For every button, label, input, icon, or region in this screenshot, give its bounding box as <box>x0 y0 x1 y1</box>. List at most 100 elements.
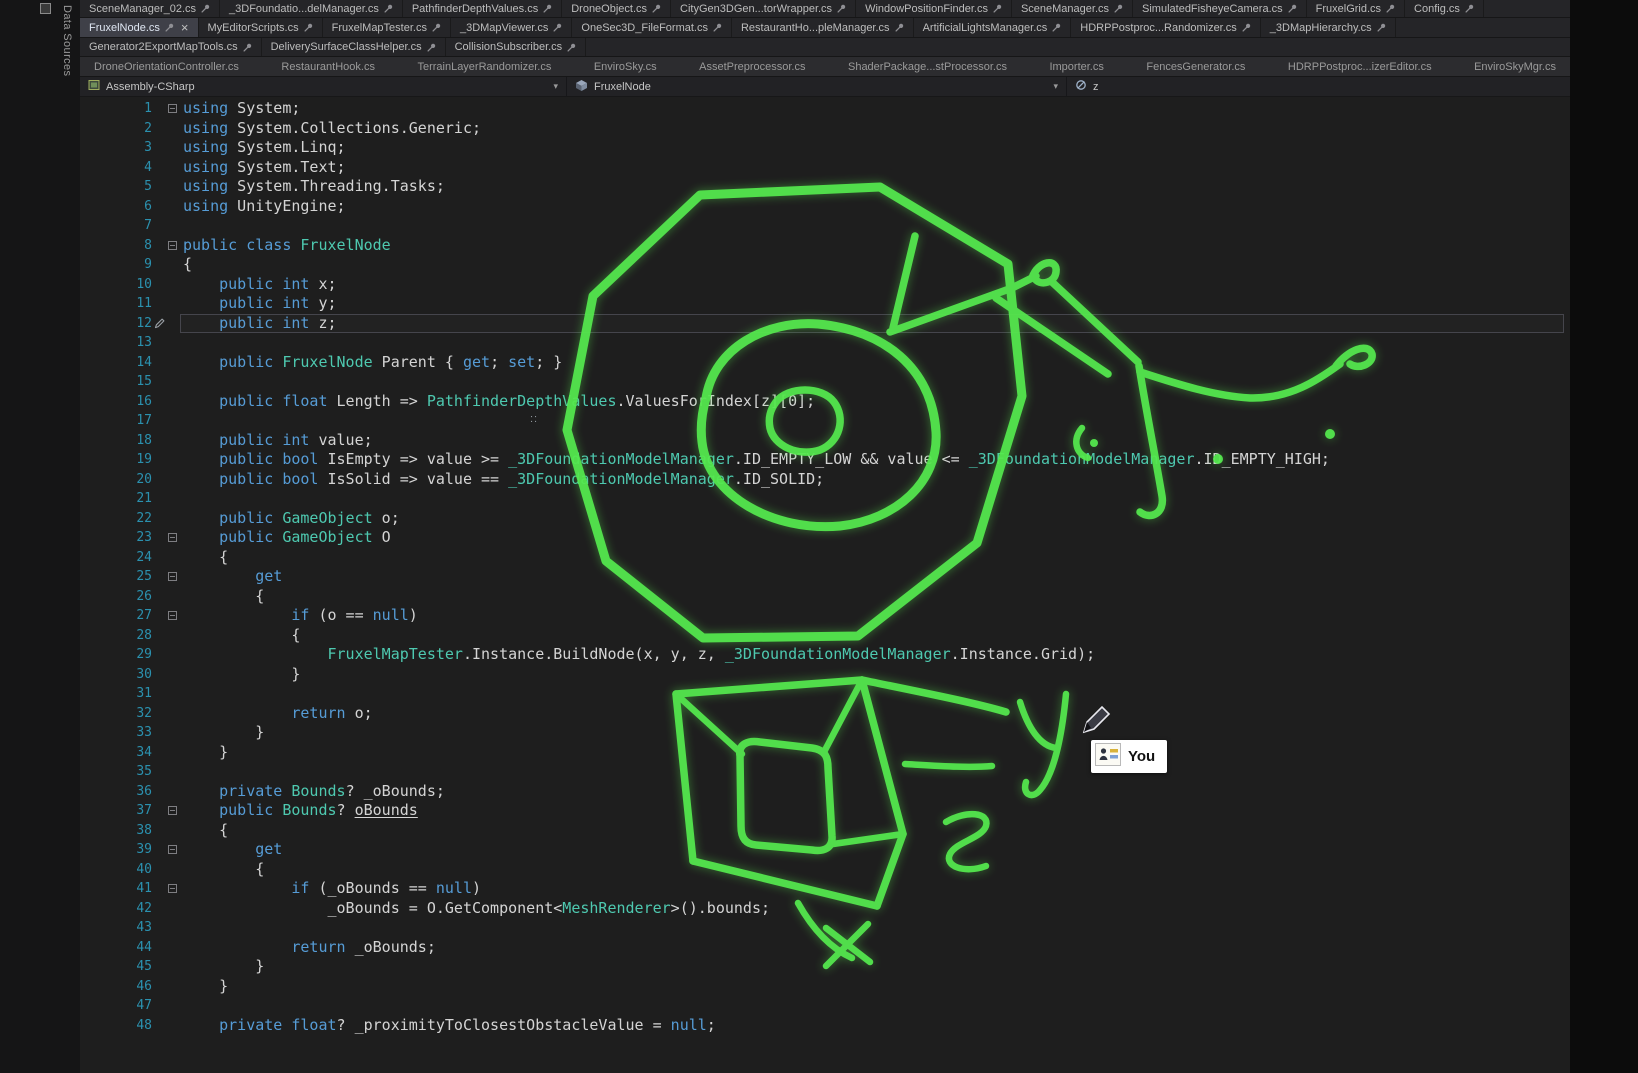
tab--3dmapviewer-cs[interactable]: _3DMapViewer.cs <box>451 18 572 37</box>
tab-citygen3dgen-torwrapper-cs[interactable]: CityGen3DGen...torWrapper.cs <box>671 0 856 17</box>
code-line-35[interactable]: 35 <box>80 762 1570 782</box>
fold-marker[interactable] <box>168 611 183 620</box>
tab-myeditorscripts-cs[interactable]: MyEditorScripts.cs <box>199 18 323 37</box>
code-line-13[interactable]: 13 <box>80 333 1570 353</box>
code-line-24[interactable]: 24 { <box>80 548 1570 568</box>
code-line-20[interactable]: 20 public bool IsSolid => value == _3DFo… <box>80 470 1570 490</box>
tab-terrainlayerrandomizer-cs[interactable]: TerrainLayerRandomizer.cs <box>413 57 555 76</box>
fold-marker[interactable] <box>168 884 183 893</box>
tab-shaderpackage-stprocessor-cs[interactable]: ShaderPackage...stProcessor.cs <box>844 57 1011 76</box>
code-line-4[interactable]: 4using System.Text; <box>80 158 1570 178</box>
tab-simulatedfisheyecamera-cs[interactable]: SimulatedFisheyeCamera.cs <box>1133 0 1307 17</box>
code-line-41[interactable]: 41 if (_oBounds == null) <box>80 879 1570 899</box>
code-line-9[interactable]: 9{ <box>80 255 1570 275</box>
tab-envirosky-cs[interactable]: EnviroSky.cs <box>590 57 661 76</box>
fold-marker[interactable] <box>168 104 183 113</box>
code-line-44[interactable]: 44 return _oBounds; <box>80 938 1570 958</box>
code-line-42[interactable]: 42 _oBounds = O.GetComponent<MeshRendere… <box>80 899 1570 919</box>
code-line-1[interactable]: 1using System; <box>80 99 1570 119</box>
code-line-7[interactable]: 7 <box>80 216 1570 236</box>
tab-assetpreprocessor-cs[interactable]: AssetPreprocessor.cs <box>695 57 809 76</box>
code-line-17[interactable]: 17 <box>80 411 1570 431</box>
tab-droneobject-cs[interactable]: DroneObject.cs <box>562 0 671 17</box>
code-line-10[interactable]: 10 public int x; <box>80 275 1570 295</box>
code-line-2[interactable]: 2using System.Collections.Generic; <box>80 119 1570 139</box>
tab-deliverysurfaceclasshelper-cs[interactable]: DeliverySurfaceClassHelper.cs <box>262 38 446 56</box>
tab--3dfoundatio-delmanager-cs[interactable]: _3DFoundatio...delManager.cs <box>220 0 403 17</box>
code-line-25[interactable]: 25 get <box>80 567 1570 587</box>
tab-restauranthook-cs[interactable]: RestaurantHook.cs <box>277 57 379 76</box>
tab-artificiallightsmanager-cs[interactable]: ArtificialLightsManager.cs <box>914 18 1072 37</box>
tab-enviroskymgr-cs[interactable]: EnviroSkyMgr.cs <box>1470 57 1560 76</box>
code-line-3[interactable]: 3using System.Linq; <box>80 138 1570 158</box>
tab-collisionsubscriber-cs[interactable]: CollisionSubscriber.cs <box>446 38 587 56</box>
tab-fruxelmaptester-cs[interactable]: FruxelMapTester.cs <box>323 18 451 37</box>
code-line-46[interactable]: 46 } <box>80 977 1570 997</box>
code-line-39[interactable]: 39 get <box>80 840 1570 860</box>
code-line-43[interactable]: 43 <box>80 918 1570 938</box>
close-tab-icon[interactable]: × <box>181 21 189 34</box>
line-number: 29 <box>80 645 152 665</box>
tab-scenemanager-cs[interactable]: SceneManager.cs <box>1012 0 1133 17</box>
edit-pencil-icon <box>152 317 168 329</box>
code-line-32[interactable]: 32 return o; <box>80 704 1570 724</box>
code-line-34[interactable]: 34 } <box>80 743 1570 763</box>
code-line-8[interactable]: 8public class FruxelNode <box>80 236 1570 256</box>
code-line-37[interactable]: 37 public Bounds? oBounds <box>80 801 1570 821</box>
code-text: } <box>183 723 1570 743</box>
code-line-18[interactable]: 18 public int value; <box>80 431 1570 451</box>
code-line-29[interactable]: 29 FruxelMapTester.Instance.BuildNode(x,… <box>80 645 1570 665</box>
tab-onesec3d-fileformat-cs[interactable]: OneSec3D_FileFormat.cs <box>572 18 732 37</box>
tab-hdrppostproc-randomizer-cs[interactable]: HDRPPostproc...Randomizer.cs <box>1071 18 1261 37</box>
tab-droneorientationcontroller-cs[interactable]: DroneOrientationController.cs <box>90 57 243 76</box>
code-line-19[interactable]: 19 public bool IsEmpty => value >= _3DFo… <box>80 450 1570 470</box>
tab-hdrppostproc-izereditor-cs[interactable]: HDRPPostproc...izerEditor.cs <box>1284 57 1436 76</box>
type-dropdown[interactable]: FruxelNode ▾ <box>567 77 1067 96</box>
tab-importer-cs[interactable]: Importer.cs <box>1045 57 1107 76</box>
code-line-27[interactable]: 27 if (o == null) <box>80 606 1570 626</box>
fold-marker[interactable] <box>168 533 183 542</box>
code-line-22[interactable]: 22 public GameObject o; <box>80 509 1570 529</box>
code-editor[interactable]: 1using System;2using System.Collections.… <box>80 97 1570 1073</box>
fold-marker[interactable] <box>168 806 183 815</box>
code-line-31[interactable]: 31 <box>80 684 1570 704</box>
code-line-48[interactable]: 48 private float? _proximityToClosestObs… <box>80 1016 1570 1036</box>
tab-config-cs[interactable]: Config.cs <box>1405 0 1484 17</box>
tab-windowpositionfinder-cs[interactable]: WindowPositionFinder.cs <box>856 0 1012 17</box>
code-line-14[interactable]: 14 public FruxelNode Parent { get; set; … <box>80 353 1570 373</box>
code-line-11[interactable]: 11 public int y; <box>80 294 1570 314</box>
project-dropdown[interactable]: Assembly-CSharp ▾ <box>80 77 567 96</box>
code-line-40[interactable]: 40 { <box>80 860 1570 880</box>
tab-fruxelgrid-cs[interactable]: FruxelGrid.cs <box>1307 0 1405 17</box>
tab-restaurantho-plemanager-cs[interactable]: RestaurantHo...pleManager.cs <box>732 18 914 37</box>
code-line-26[interactable]: 26 { <box>80 587 1570 607</box>
code-line-33[interactable]: 33 } <box>80 723 1570 743</box>
tab-fruxelnode-cs[interactable]: FruxelNode.cs× <box>80 18 199 37</box>
fold-marker[interactable] <box>168 845 183 854</box>
pin-icon <box>837 4 846 13</box>
fold-marker[interactable] <box>168 572 183 581</box>
code-line-15[interactable]: 15 <box>80 372 1570 392</box>
data-sources-dock-tab[interactable]: Data Sources <box>61 5 73 76</box>
code-line-47[interactable]: 47 <box>80 996 1570 1016</box>
fold-marker[interactable] <box>168 241 183 250</box>
code-line-45[interactable]: 45 } <box>80 957 1570 977</box>
tab-generator2exportmaptools-cs[interactable]: Generator2ExportMapTools.cs <box>80 38 262 56</box>
code-line-23[interactable]: 23 public GameObject O <box>80 528 1570 548</box>
code-line-36[interactable]: 36 private Bounds? _oBounds; <box>80 782 1570 802</box>
code-line-16[interactable]: 16 public float Length => PathfinderDept… <box>80 392 1570 412</box>
tab-pathfinderdepthvalues-cs[interactable]: PathfinderDepthValues.cs <box>403 0 562 17</box>
tab-fencesgenerator-cs[interactable]: FencesGenerator.cs <box>1142 57 1249 76</box>
tab--3dmaphierarchy-cs[interactable]: _3DMapHierarchy.cs <box>1261 18 1396 37</box>
line-number: 17 <box>80 411 152 431</box>
tab-scenemanager-02-cs[interactable]: SceneManager_02.cs <box>80 0 220 17</box>
code-line-28[interactable]: 28 { <box>80 626 1570 646</box>
code-line-12[interactable]: 12 public int z; <box>80 314 1570 334</box>
code-line-21[interactable]: 21 <box>80 489 1570 509</box>
pin-icon <box>895 23 904 32</box>
member-dropdown[interactable]: z <box>1067 77 1570 96</box>
code-line-5[interactable]: 5using System.Threading.Tasks; <box>80 177 1570 197</box>
code-line-6[interactable]: 6using UnityEngine; <box>80 197 1570 217</box>
code-line-38[interactable]: 38 { <box>80 821 1570 841</box>
code-line-30[interactable]: 30 } <box>80 665 1570 685</box>
